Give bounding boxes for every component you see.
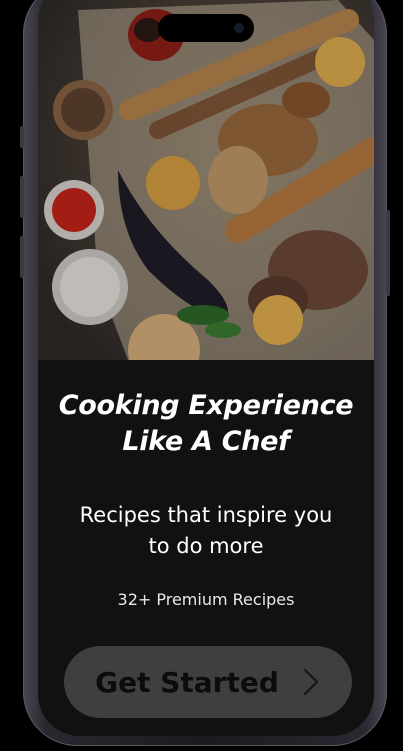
phone-volume-up-button <box>20 176 24 218</box>
get-started-label: Get Started <box>95 665 279 699</box>
subtitle-line-2: to do more <box>148 534 264 558</box>
phone-power-button <box>386 210 390 296</box>
title-line-2: Like A Chef <box>122 426 290 457</box>
recipe-count: 32+ Premium Recipes <box>117 590 295 609</box>
phone-action-button <box>20 126 24 148</box>
hero-overlay <box>38 0 374 360</box>
app-screen: Cooking Experience Like A Chef Recipes t… <box>38 0 374 736</box>
title-line-1: Cooking Experience <box>58 390 354 421</box>
subtitle-line-1: Recipes that inspire you <box>79 503 333 527</box>
onboarding-subtitle: Recipes that inspire you to do more <box>38 500 374 562</box>
chevron-right-icon <box>303 668 318 696</box>
dynamic-island <box>158 14 254 42</box>
hero-food-image <box>38 0 374 360</box>
camera-icon <box>234 23 244 33</box>
phone-volume-down-button <box>20 236 24 278</box>
get-started-button[interactable]: Get Started <box>64 646 352 718</box>
onboarding-title: Cooking Experience Like A Chef <box>38 388 374 460</box>
